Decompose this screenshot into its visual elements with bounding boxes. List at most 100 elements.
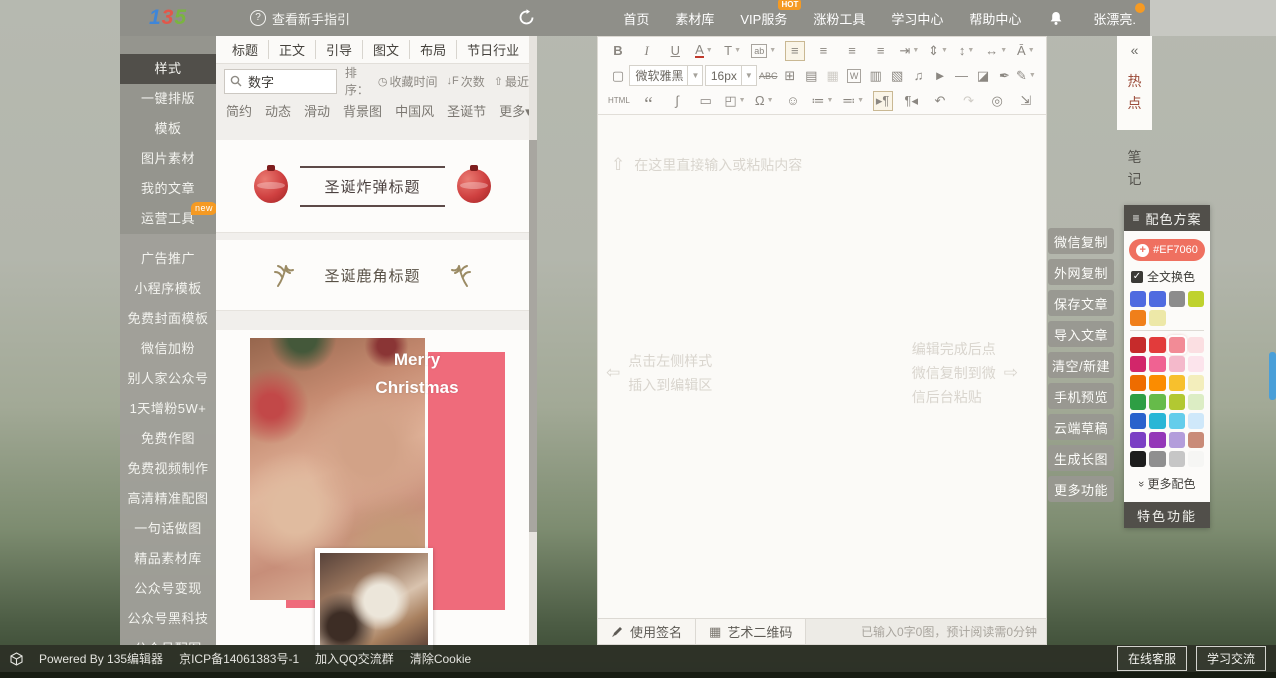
color-swatch[interactable] xyxy=(1130,310,1146,326)
newbie-guide-link[interactable]: ? 查看新手指引 xyxy=(250,9,350,28)
undo-icon[interactable]: ↶ xyxy=(930,91,950,111)
nav-item-help-center[interactable]: 帮助中心 xyxy=(969,9,1021,28)
color-swatch[interactable] xyxy=(1188,451,1204,467)
sidebar-item-hd-images[interactable]: 高清精准配图 xyxy=(120,484,216,514)
align-justify-icon[interactable]: ≡ xyxy=(871,41,891,61)
sidebar-item-account-images[interactable]: 公众号配图 xyxy=(120,634,216,645)
color-swatch[interactable] xyxy=(1169,432,1185,448)
filter-tag-4[interactable]: 背景图 xyxy=(343,101,382,120)
template-christmas-antler-title[interactable]: 圣诞鹿角标题 xyxy=(216,240,529,311)
style-search-box[interactable] xyxy=(224,69,337,94)
filter-tag-2[interactable]: 动态 xyxy=(265,101,291,120)
phone-preview-button[interactable]: 手机预览 xyxy=(1048,383,1114,409)
magic-wand-icon[interactable]: ✎▼ xyxy=(1016,66,1036,86)
letter-spacing-icon[interactable]: ↔▼ xyxy=(985,41,1007,61)
color-swatch[interactable] xyxy=(1188,432,1204,448)
sidebar-item-miniprogram-templates[interactable]: 小程序模板 xyxy=(120,274,216,304)
color-swatch[interactable] xyxy=(1188,291,1204,307)
color-swatch[interactable] xyxy=(1130,375,1146,391)
color-swatch[interactable] xyxy=(1149,394,1165,410)
clear-new-button[interactable]: 清空/新建 xyxy=(1048,352,1114,378)
highlight-icon[interactable]: ab▼ xyxy=(751,41,776,61)
align-center-icon[interactable]: ≡ xyxy=(813,41,833,61)
sidebar-item-ad-promotion[interactable]: 广告推广 xyxy=(120,244,216,274)
sidebar-item-operation-tools[interactable]: 运营工具new xyxy=(120,204,216,234)
format-brush-icon[interactable]: ✒ xyxy=(994,66,1014,86)
color-swatch[interactable] xyxy=(1130,432,1146,448)
sidebar-item-free-video[interactable]: 免费视频制作 xyxy=(120,454,216,484)
scrollbar-thumb[interactable] xyxy=(529,140,537,532)
use-signature-button[interactable]: 使用签名 xyxy=(598,619,696,644)
color-swatch[interactable] xyxy=(1188,413,1204,429)
sidebar-item-wechat-fans[interactable]: 微信加粉 xyxy=(120,334,216,364)
font-style-icon[interactable]: T▼ xyxy=(723,41,743,61)
color-swatch[interactable] xyxy=(1169,337,1185,353)
color-swatch[interactable] xyxy=(1188,356,1204,372)
collapse-rail-button[interactable]: « xyxy=(1117,36,1152,64)
insert-music-icon[interactable]: ♫ xyxy=(909,66,929,86)
style-tab-5[interactable]: 布局 xyxy=(409,40,456,59)
color-swatch[interactable] xyxy=(1130,356,1146,372)
underline-icon[interactable]: U xyxy=(665,41,685,61)
html-source-icon[interactable]: HTML xyxy=(608,91,630,111)
style-tab-3[interactable]: 引导 xyxy=(315,40,362,59)
clear-cookie-link[interactable]: 清除Cookie xyxy=(410,650,471,667)
nav-item-fans-tools[interactable]: 涨粉工具 xyxy=(813,9,865,28)
tab-hot-topics[interactable]: 热点 xyxy=(1117,64,1152,120)
user-menu[interactable]: 张漂亮. xyxy=(1093,9,1136,28)
style-tab-1[interactable]: 标题 xyxy=(222,40,268,59)
insert-table-icon[interactable]: ⊞ xyxy=(780,66,800,86)
sidebar-item-account-monetize[interactable]: 公众号变现 xyxy=(120,574,216,604)
filter-tag-6[interactable]: 圣诞节 xyxy=(447,101,486,120)
font-color-icon[interactable]: A▼ xyxy=(694,41,714,61)
color-swatch[interactable] xyxy=(1169,375,1185,391)
align-left-icon[interactable]: ≡ xyxy=(785,41,805,61)
color-swatch[interactable] xyxy=(1149,413,1165,429)
filter-tag-5[interactable]: 中国风 xyxy=(395,101,434,120)
color-swatch[interactable] xyxy=(1188,394,1204,410)
color-panel-header[interactable]: ≡ 配色方案 xyxy=(1124,205,1210,231)
blockquote-icon[interactable]: “ xyxy=(638,91,658,111)
strikethrough-icon[interactable]: ABC xyxy=(758,66,778,86)
font-family-select[interactable]: 微软雅黑▼ xyxy=(629,65,703,86)
fullscreen-icon[interactable]: ⇲ xyxy=(1016,91,1036,111)
more-functions-button[interactable]: 更多功能 xyxy=(1048,476,1114,502)
align-right-icon[interactable]: ≡ xyxy=(842,41,862,61)
sort-option-recent[interactable]: ⇧最近 xyxy=(494,73,529,90)
insert-video-icon[interactable]: ► xyxy=(930,66,950,86)
generate-long-image-button[interactable]: 生成长图 xyxy=(1048,445,1114,471)
color-swatch[interactable] xyxy=(1169,356,1185,372)
sidebar-item-one-click-format[interactable]: 一键排版 xyxy=(120,84,216,114)
style-tab-4[interactable]: 图文 xyxy=(362,40,409,59)
current-color-button[interactable]: + #EF7060 xyxy=(1129,239,1205,261)
sidebar-item-my-articles[interactable]: 我的文章 xyxy=(120,174,216,204)
color-swatch[interactable] xyxy=(1169,451,1185,467)
color-swatch[interactable] xyxy=(1149,310,1165,326)
sidebar-item-account-blacktech[interactable]: 公众号黑科技 xyxy=(120,604,216,634)
list-style-icon[interactable]: ≔▼ xyxy=(812,91,834,111)
sidebar-item-image-material[interactable]: 图片素材 xyxy=(120,144,216,174)
style-tab-6[interactable]: 节日行业 xyxy=(456,40,529,59)
sidebar-item-other-accounts[interactable]: 别人家公众号 xyxy=(120,364,216,394)
color-swatch[interactable] xyxy=(1169,291,1185,307)
cloud-draft-button[interactable]: 云端草稿 xyxy=(1048,414,1114,440)
save-article-button[interactable]: 保存文章 xyxy=(1048,290,1114,316)
insert-gallery-icon[interactable]: ▧ xyxy=(887,66,907,86)
color-swatch[interactable] xyxy=(1130,291,1146,307)
nav-item-home[interactable]: 首页 xyxy=(623,9,649,28)
color-swatch[interactable] xyxy=(1149,451,1165,467)
signature-card-icon[interactable]: ▭ xyxy=(696,91,716,111)
color-swatch[interactable] xyxy=(1149,291,1165,307)
insert-link-icon[interactable]: ∫ xyxy=(667,91,687,111)
color-swatch[interactable] xyxy=(1188,375,1204,391)
new-doc-icon[interactable]: ▢ xyxy=(608,66,628,86)
featured-functions-button[interactable]: 特色功能 xyxy=(1124,502,1210,528)
italic-icon[interactable]: I xyxy=(637,41,657,61)
wechat-copy-button[interactable]: 微信复制 xyxy=(1048,228,1114,254)
sidebar-item-styles[interactable]: 样式 xyxy=(120,54,216,84)
form-insert-icon[interactable]: ◰▼ xyxy=(724,91,745,111)
emoji-icon[interactable]: ☺ xyxy=(783,91,803,111)
indent-icon[interactable]: ⇥▼ xyxy=(899,41,919,61)
nav-item-vip-service[interactable]: VIP服务HOT xyxy=(740,9,787,28)
insert-image-icon[interactable]: ▤ xyxy=(801,66,821,86)
